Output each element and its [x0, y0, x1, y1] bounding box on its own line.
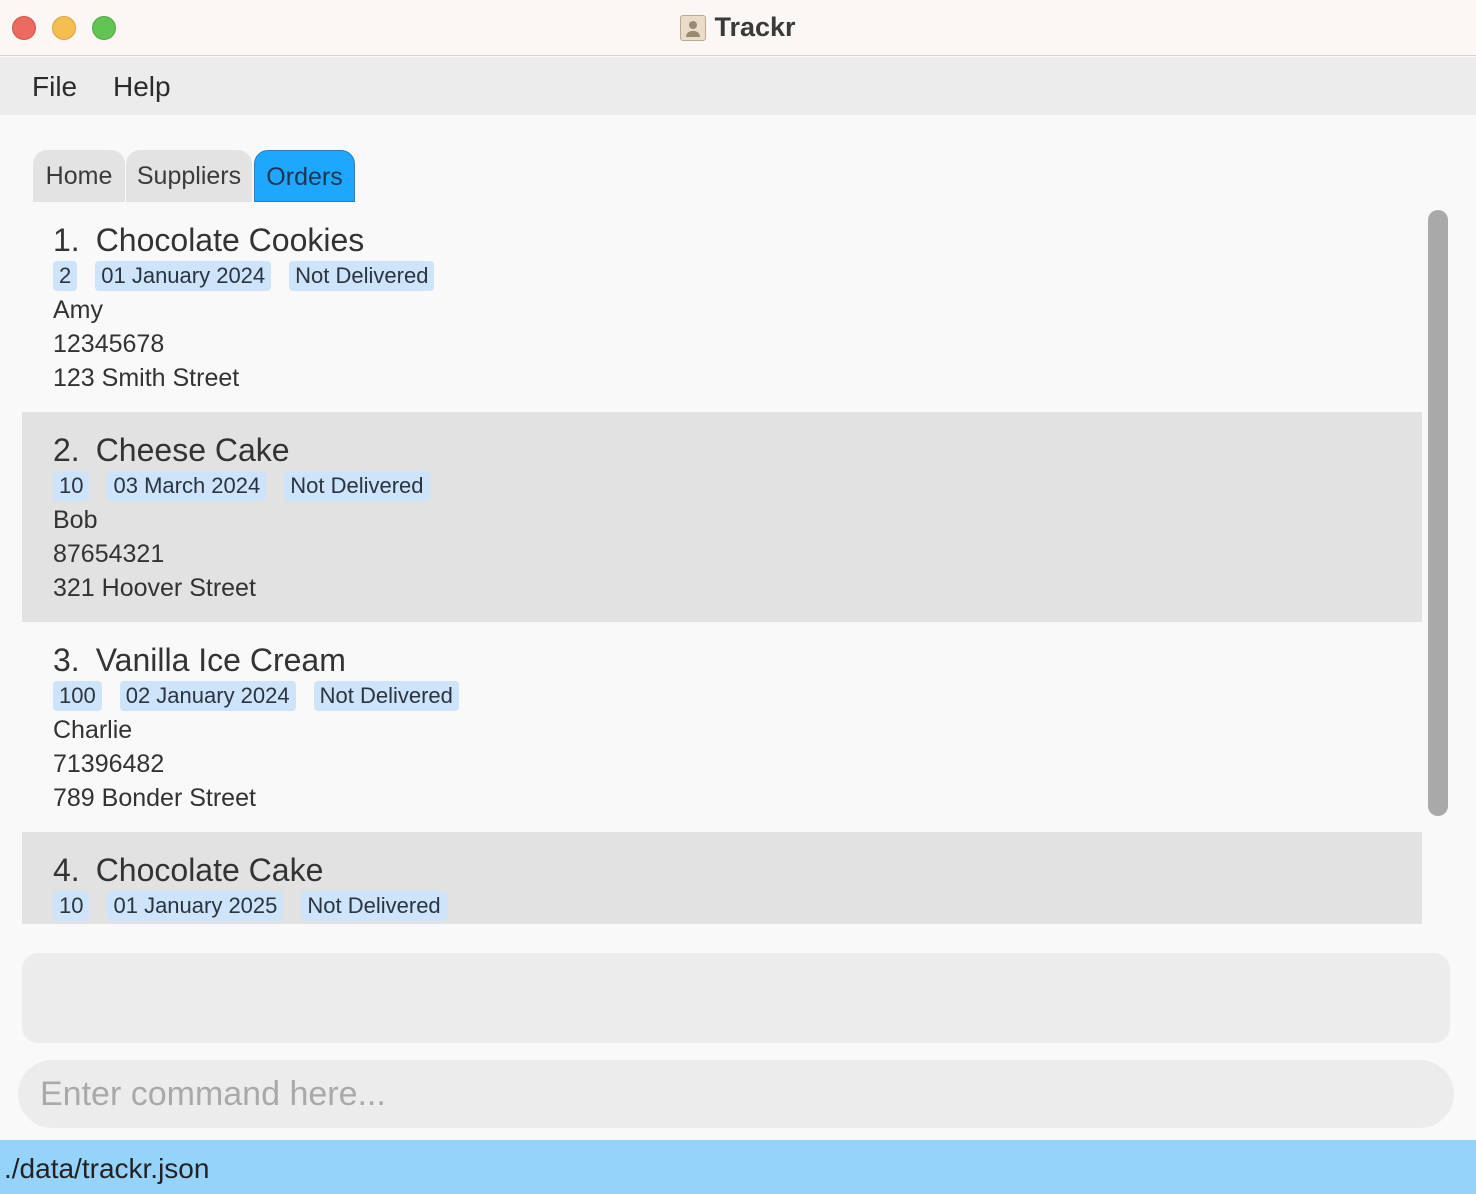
order-name: Chocolate Cake [95, 852, 324, 888]
customer-name: Bob [53, 506, 98, 534]
window-title-group: Trackr [0, 12, 1476, 43]
tab-orders[interactable]: Orders [254, 150, 355, 202]
order-title: 2. Cheese Cake [53, 432, 290, 469]
order-title: 3. Vanilla Ice Cream [53, 642, 346, 679]
order-card[interactable]: 1. Chocolate Cookies 2 01 January 2024 Not … [22, 202, 1422, 412]
order-index: 1. [53, 222, 80, 258]
app-icon [680, 14, 707, 41]
order-tags: 100 02 January 2024 Not Delivered [53, 681, 477, 711]
customer-phone: 87654321 [53, 540, 165, 568]
result-display [22, 953, 1450, 1043]
tab-home[interactable]: Home [33, 150, 125, 202]
order-index: 4. [53, 852, 80, 888]
order-card[interactable]: 3. Vanilla Ice Cream 100 02 January 2024 No… [22, 622, 1422, 832]
customer-name: Charlie [53, 716, 133, 744]
data-file-path: ./data/trackr.json [4, 1153, 210, 1184]
order-tags: 10 03 March 2024 Not Delivered [53, 471, 448, 501]
order-list[interactable]: 1. Chocolate Cookies 2 01 January 2024 Not … [22, 202, 1422, 924]
customer-name: Amy [53, 296, 103, 324]
command-input[interactable] [18, 1060, 1454, 1128]
title-bar: Trackr [0, 0, 1476, 56]
customer-address: 123 Smith Street [53, 364, 240, 392]
quantity-tag: 10 [53, 891, 90, 921]
order-index: 3. [53, 642, 80, 678]
quantity-tag: 100 [53, 681, 102, 711]
date-tag: 02 January 2024 [119, 681, 296, 711]
customer-address: 321 Hoover Street [53, 574, 256, 602]
date-tag: 01 January 2025 [107, 891, 284, 921]
customer-phone: 12345678 [53, 330, 165, 358]
menu-file[interactable]: File [32, 71, 77, 103]
customer-phone: 71396482 [53, 750, 165, 778]
quantity-tag: 2 [53, 261, 78, 291]
order-title: 4. Chocolate Cake [53, 852, 323, 889]
status-tag: Not Delivered [284, 471, 430, 501]
quantity-tag: 10 [53, 471, 90, 501]
menu-bar: File Help [0, 57, 1476, 115]
status-bar: ./data/trackr.json [0, 1140, 1476, 1194]
status-tag: Not Delivered [289, 261, 435, 291]
order-name: Cheese Cake [95, 432, 290, 468]
order-card[interactable]: 4. Chocolate Cake 10 01 January 2025 Not De… [22, 832, 1422, 924]
order-card[interactable]: 2. Cheese Cake 10 03 March 2024 Not Deliver… [22, 412, 1422, 622]
status-tag: Not Delivered [301, 891, 447, 921]
order-index: 2. [53, 432, 80, 468]
date-tag: 03 March 2024 [107, 471, 267, 501]
window-title: Trackr [714, 12, 796, 42]
date-tag: 01 January 2024 [95, 261, 272, 291]
tab-suppliers[interactable]: Suppliers [126, 150, 252, 202]
order-name: Vanilla Ice Cream [95, 642, 346, 678]
status-tag: Not Delivered [313, 681, 459, 711]
order-tags: 2 01 January 2024 Not Delivered [53, 261, 452, 291]
customer-address: 789 Bonder Street [53, 784, 256, 812]
order-name: Chocolate Cookies [95, 222, 365, 258]
order-title: 1. Chocolate Cookies [53, 222, 364, 259]
menu-help[interactable]: Help [113, 71, 171, 103]
list-scrollbar[interactable] [1428, 210, 1448, 816]
order-tags: 10 01 January 2025 Not Delivered [53, 891, 465, 921]
